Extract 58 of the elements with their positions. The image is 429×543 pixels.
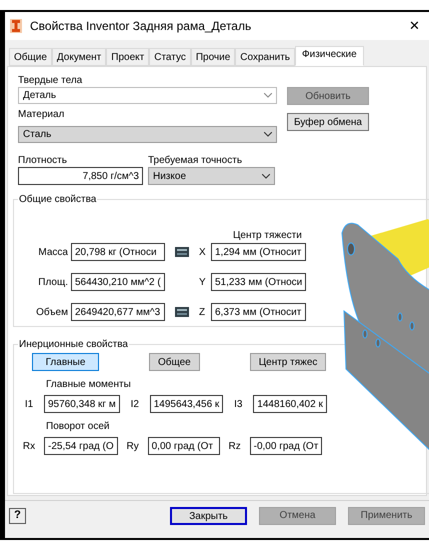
chevron-icon bbox=[264, 132, 272, 137]
field-label: Твердые тела bbox=[18, 74, 84, 87]
action-button[interactable]: Буфер обмена bbox=[287, 113, 369, 131]
axis-label: X bbox=[199, 246, 207, 260]
group-title: Общие свойства bbox=[18, 192, 98, 207]
value-field[interactable]: -25,54 град (О bbox=[44, 437, 118, 455]
tab[interactable]: Физические bbox=[295, 46, 364, 66]
value-field[interactable]: 564430,210 мм^2 ( bbox=[71, 273, 165, 291]
tab[interactable]: Документ bbox=[52, 48, 106, 66]
tab[interactable]: Общие bbox=[9, 48, 52, 66]
row-label: Площ. bbox=[37, 276, 69, 290]
close-button[interactable]: ✕ bbox=[405, 16, 424, 36]
value-field[interactable]: 2649420,677 мм^3 bbox=[71, 303, 165, 321]
dialog-button[interactable]: Закрыть bbox=[170, 506, 247, 524]
row-label: Масса bbox=[37, 246, 69, 260]
tab[interactable]: Статус bbox=[149, 48, 191, 66]
window-title: Свойства Inventor Задняя рама_Деталь bbox=[30, 18, 252, 35]
moment-label: I2 bbox=[130, 398, 140, 412]
value-field[interactable]: 1448160,402 к bbox=[253, 395, 327, 413]
rotation-label: Rx bbox=[22, 440, 36, 454]
mode-button[interactable]: Общее bbox=[149, 353, 200, 371]
calculator-icon[interactable] bbox=[175, 307, 189, 317]
mode-button[interactable]: Центр тяжес bbox=[250, 353, 326, 371]
row-label: Объем bbox=[35, 306, 69, 320]
section-label: Главные моменты bbox=[46, 378, 132, 392]
help-button[interactable]: ? bbox=[9, 508, 26, 524]
value-field[interactable]: 1,294 мм (Относит bbox=[211, 243, 306, 261]
accuracy-dropdown[interactable]: Низкое bbox=[148, 167, 275, 185]
moment-label: I1 bbox=[24, 398, 34, 412]
value-field[interactable]: 1495643,456 к bbox=[150, 395, 224, 413]
axis-label: Y bbox=[199, 276, 207, 290]
tab[interactable]: Проект bbox=[106, 48, 150, 66]
value-field[interactable]: 20,798 кг (Относи bbox=[71, 243, 165, 261]
value-field[interactable]: 6,373 мм (Относит bbox=[211, 303, 306, 321]
chevron-icon bbox=[264, 93, 272, 98]
moment-label: I3 bbox=[233, 398, 244, 412]
section-label: Поворот осей bbox=[46, 420, 110, 434]
chevron-icon bbox=[262, 174, 270, 178]
density-field[interactable]: 7,850 г/см^3 bbox=[18, 167, 143, 185]
field-label: Плотность bbox=[18, 154, 68, 167]
group-title: Инерционные свойства bbox=[18, 337, 129, 352]
value-field[interactable]: -0,00 град (От bbox=[250, 437, 322, 455]
app-logo-icon bbox=[10, 19, 22, 33]
rotation-label: Ry bbox=[126, 440, 140, 454]
column-heading: Центр тяжести bbox=[233, 229, 302, 243]
value-field[interactable]: 95760,348 кг м bbox=[44, 395, 120, 413]
rotation-label: Rz bbox=[228, 440, 242, 454]
value-field[interactable]: 0,00 град (От bbox=[148, 437, 220, 455]
field-label: Требуемая точность bbox=[148, 154, 244, 167]
field-label: Материал bbox=[18, 108, 66, 121]
tab[interactable]: Прочие bbox=[190, 48, 236, 66]
value-field[interactable]: 51,233 мм (Относи bbox=[211, 273, 306, 291]
material-dropdown[interactable]: Сталь bbox=[18, 126, 277, 143]
tab[interactable]: Сохранить bbox=[235, 48, 295, 66]
mode-button[interactable]: Главные bbox=[32, 353, 99, 371]
axis-label: Z bbox=[199, 306, 206, 320]
solid-body-dropdown[interactable]: Деталь bbox=[18, 87, 277, 104]
calculator-icon[interactable] bbox=[175, 247, 189, 257]
